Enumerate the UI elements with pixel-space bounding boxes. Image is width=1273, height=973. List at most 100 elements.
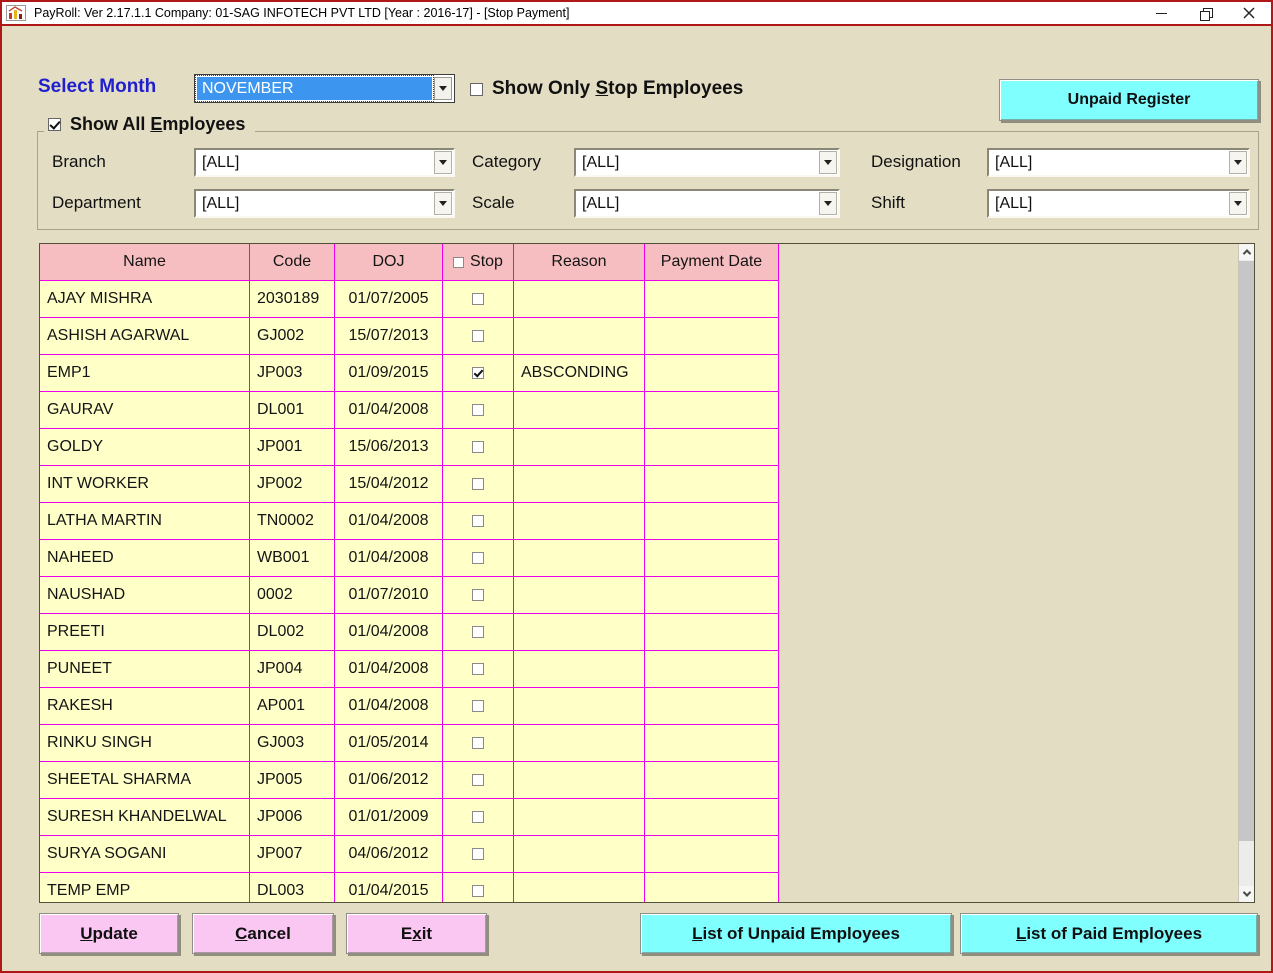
cell-reason bbox=[514, 540, 645, 577]
scrollbar-down-button[interactable] bbox=[1239, 886, 1254, 902]
vertical-scrollbar[interactable] bbox=[1238, 244, 1254, 902]
cell-name: INT WORKER bbox=[40, 466, 250, 503]
stop-checkbox[interactable] bbox=[472, 293, 484, 305]
table-row: SHEETAL SHARMAJP00501/06/2012 bbox=[40, 762, 779, 799]
list-unpaid-employees-button[interactable]: List of Unpaid Employees bbox=[640, 913, 952, 954]
scrollbar-up-button[interactable] bbox=[1239, 244, 1254, 260]
header-stop-checkbox[interactable] bbox=[453, 257, 464, 268]
cell-doj: 04/06/2012 bbox=[335, 836, 443, 873]
cell-stop bbox=[443, 836, 514, 873]
cell-stop bbox=[443, 503, 514, 540]
cell-doj: 01/04/2008 bbox=[335, 614, 443, 651]
stop-checkbox[interactable] bbox=[472, 478, 484, 490]
table-row: NAUSHAD000201/07/2010 bbox=[40, 577, 779, 614]
update-button[interactable]: Update bbox=[39, 913, 179, 954]
stop-checkbox[interactable] bbox=[472, 367, 484, 379]
show-only-stop-checkbox[interactable] bbox=[470, 83, 483, 96]
unpaid-register-button[interactable]: Unpaid Register bbox=[999, 79, 1259, 121]
cell-reason bbox=[514, 429, 645, 466]
stop-checkbox[interactable] bbox=[472, 700, 484, 712]
cell-payment-date bbox=[645, 836, 779, 873]
scale-dropdown[interactable]: [ALL] bbox=[574, 189, 840, 218]
cell-reason bbox=[514, 392, 645, 429]
cell-name: GOLDY bbox=[40, 429, 250, 466]
table-row: PREETIDL00201/04/2008 bbox=[40, 614, 779, 651]
cell-doj: 01/04/2008 bbox=[335, 392, 443, 429]
month-dropdown-arrow-button[interactable] bbox=[434, 77, 452, 100]
app-icon bbox=[6, 5, 26, 21]
cell-reason bbox=[514, 281, 645, 318]
cell-reason bbox=[514, 503, 645, 540]
scale-label: Scale bbox=[472, 193, 515, 213]
cell-stop bbox=[443, 688, 514, 725]
stop-checkbox[interactable] bbox=[472, 626, 484, 638]
cell-stop bbox=[443, 355, 514, 392]
table-row: SURYA SOGANIJP00704/06/2012 bbox=[40, 836, 779, 873]
show-all-caption: Show All Employees bbox=[44, 114, 255, 135]
cancel-button[interactable]: Cancel bbox=[192, 913, 334, 954]
stop-checkbox[interactable] bbox=[472, 515, 484, 527]
stop-checkbox[interactable] bbox=[472, 885, 484, 897]
department-dropdown-arrow-button[interactable] bbox=[434, 192, 452, 215]
table-row: LATHA MARTINTN000201/04/2008 bbox=[40, 503, 779, 540]
cell-stop bbox=[443, 873, 514, 903]
cell-doj: 01/07/2010 bbox=[335, 577, 443, 614]
cell-stop bbox=[443, 318, 514, 355]
branch-dropdown-arrow-button[interactable] bbox=[434, 151, 452, 174]
cell-name: PREETI bbox=[40, 614, 250, 651]
header-doj: DOJ bbox=[335, 244, 443, 281]
scale-dropdown-arrow-button[interactable] bbox=[819, 192, 837, 215]
cell-code: GJ002 bbox=[250, 318, 335, 355]
cell-code: 0002 bbox=[250, 577, 335, 614]
cell-reason bbox=[514, 762, 645, 799]
cell-reason bbox=[514, 318, 645, 355]
stop-checkbox[interactable] bbox=[472, 441, 484, 453]
designation-dropdown[interactable]: [ALL] bbox=[987, 148, 1250, 177]
cell-payment-date bbox=[645, 799, 779, 836]
window-title: PayRoll: Ver 2.17.1.1 Company: 01-SAG IN… bbox=[34, 6, 569, 20]
close-button[interactable] bbox=[1227, 2, 1271, 24]
restore-button[interactable] bbox=[1183, 2, 1227, 24]
cell-stop bbox=[443, 651, 514, 688]
stop-checkbox[interactable] bbox=[472, 737, 484, 749]
chevron-down-icon bbox=[824, 160, 832, 165]
month-dropdown[interactable]: NOVEMBER bbox=[194, 74, 455, 103]
cell-payment-date bbox=[645, 318, 779, 355]
shift-label: Shift bbox=[871, 193, 905, 213]
scrollbar-thumb[interactable] bbox=[1239, 261, 1254, 841]
branch-dropdown[interactable]: [ALL] bbox=[194, 148, 455, 177]
shift-dropdown[interactable]: [ALL] bbox=[987, 189, 1250, 218]
cell-stop bbox=[443, 392, 514, 429]
stop-checkbox[interactable] bbox=[472, 774, 484, 786]
table-row: PUNEETJP00401/04/2008 bbox=[40, 651, 779, 688]
designation-dropdown-arrow-button[interactable] bbox=[1229, 151, 1247, 174]
stop-checkbox[interactable] bbox=[472, 663, 484, 675]
stop-checkbox[interactable] bbox=[472, 404, 484, 416]
cell-payment-date bbox=[645, 503, 779, 540]
cell-reason bbox=[514, 725, 645, 762]
list-paid-employees-button[interactable]: List of Paid Employees bbox=[960, 913, 1258, 954]
table-row: GOLDYJP00115/06/2013 bbox=[40, 429, 779, 466]
stop-checkbox[interactable] bbox=[472, 848, 484, 860]
chevron-down-icon bbox=[439, 201, 447, 206]
category-dropdown[interactable]: [ALL] bbox=[574, 148, 840, 177]
cell-name: TEMP EMP bbox=[40, 873, 250, 903]
table-row: AJAY MISHRA203018901/07/2005 bbox=[40, 281, 779, 318]
shift-dropdown-arrow-button[interactable] bbox=[1229, 192, 1247, 215]
stop-checkbox[interactable] bbox=[472, 552, 484, 564]
cell-payment-date bbox=[645, 392, 779, 429]
cell-doj: 01/06/2012 bbox=[335, 762, 443, 799]
show-all-employees-checkbox[interactable] bbox=[48, 118, 61, 131]
stop-checkbox[interactable] bbox=[472, 811, 484, 823]
cell-code: JP004 bbox=[250, 651, 335, 688]
chevron-down-icon bbox=[1234, 160, 1242, 165]
cell-payment-date bbox=[645, 614, 779, 651]
exit-button[interactable]: Exit bbox=[346, 913, 487, 954]
chevron-down-icon bbox=[439, 86, 447, 91]
department-dropdown[interactable]: [ALL] bbox=[194, 189, 455, 218]
minimize-button[interactable] bbox=[1139, 2, 1183, 24]
stop-checkbox[interactable] bbox=[472, 330, 484, 342]
stop-checkbox[interactable] bbox=[472, 589, 484, 601]
category-dropdown-arrow-button[interactable] bbox=[819, 151, 837, 174]
table-row: SURESH KHANDELWALJP00601/01/2009 bbox=[40, 799, 779, 836]
